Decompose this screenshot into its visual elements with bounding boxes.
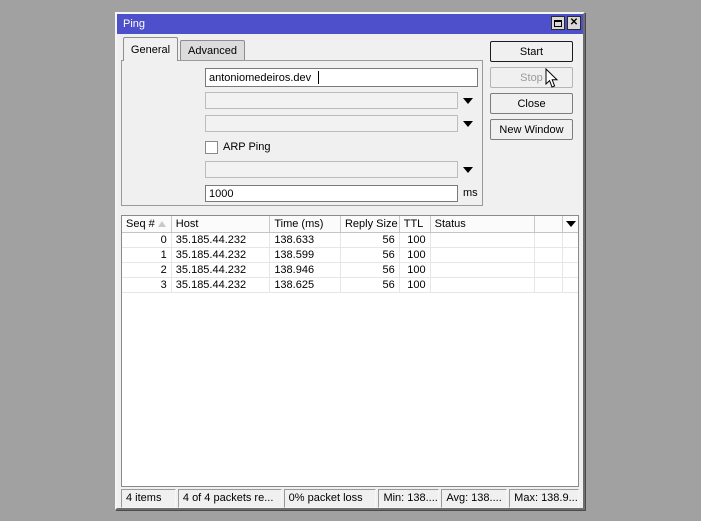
table-cell bbox=[535, 278, 563, 292]
table-cell: 3 bbox=[122, 278, 172, 292]
table-cell: 100 bbox=[400, 278, 431, 292]
new-window-button[interactable]: New Window bbox=[490, 119, 573, 140]
start-button-label: Start bbox=[520, 46, 543, 58]
column-header-ttl[interactable]: TTL bbox=[400, 216, 431, 232]
ping-results-body: 035.185.44.232138.63356100135.185.44.232… bbox=[122, 233, 578, 293]
table-cell bbox=[431, 233, 536, 247]
maximize-button[interactable] bbox=[551, 16, 565, 30]
tab-advanced[interactable]: Advanced bbox=[180, 40, 245, 61]
ping-results-table: Seq # Host Time (ms) Reply Size TTL Stat… bbox=[121, 215, 579, 487]
table-cell: 56 bbox=[341, 263, 400, 277]
arp-ping-label: ARP Ping bbox=[223, 141, 271, 154]
status-max-time: Max: 138.9... bbox=[509, 489, 579, 508]
status-items-count: 4 items bbox=[121, 489, 176, 508]
table-cell: 138.625 bbox=[270, 278, 341, 292]
desktop: { "window": { "title": "Ping" }, "tabs":… bbox=[0, 0, 701, 521]
table-cell: 35.185.44.232 bbox=[172, 248, 271, 262]
table-cell: 100 bbox=[400, 263, 431, 277]
status-avg-time: Avg: 138.... bbox=[441, 489, 507, 508]
close-button[interactable]: ✕ bbox=[567, 16, 581, 30]
column-header-seq[interactable]: Seq # bbox=[122, 216, 172, 232]
table-cell: 35.185.44.232 bbox=[172, 233, 271, 247]
arp-ping-checkbox[interactable] bbox=[205, 141, 218, 154]
window-title: Ping bbox=[123, 18, 145, 30]
table-cell bbox=[563, 263, 578, 277]
tab-general[interactable]: General bbox=[123, 37, 178, 61]
tab-general-label: General bbox=[131, 44, 170, 56]
close-icon: ✕ bbox=[570, 18, 578, 28]
close-window-button[interactable]: Close bbox=[490, 93, 573, 114]
status-bar: 4 items 4 of 4 packets re... 0% packet l… bbox=[121, 489, 579, 508]
ping-to-value: antoniomedeiros.dev bbox=[209, 72, 311, 84]
column-header-filler bbox=[535, 216, 563, 232]
interface-dropdown-icon[interactable] bbox=[463, 121, 473, 127]
stop-button-label: Stop bbox=[520, 72, 543, 84]
table-cell: 35.185.44.232 bbox=[172, 278, 271, 292]
packet-count-dropdown-icon[interactable] bbox=[463, 167, 473, 173]
table-cell: 100 bbox=[400, 248, 431, 262]
table-cell: 0 bbox=[122, 233, 172, 247]
interface-input[interactable] bbox=[205, 115, 458, 132]
start-button[interactable]: Start bbox=[490, 41, 573, 62]
column-header-status[interactable]: Status bbox=[431, 216, 536, 232]
column-header-reply-size[interactable]: Reply Size bbox=[341, 216, 400, 232]
interval-input[interactable]: 1000 bbox=[205, 185, 458, 202]
table-cell bbox=[535, 263, 563, 277]
column-selector-button[interactable] bbox=[563, 216, 578, 232]
tab-advanced-label: Advanced bbox=[188, 45, 237, 57]
table-cell bbox=[563, 248, 578, 262]
new-window-button-label: New Window bbox=[499, 124, 563, 136]
packet-count-input[interactable] bbox=[205, 161, 458, 178]
table-cell bbox=[563, 278, 578, 292]
table-cell bbox=[431, 278, 536, 292]
stop-button[interactable]: Stop bbox=[490, 67, 573, 88]
vrf-input[interactable] bbox=[205, 92, 458, 109]
table-cell: 56 bbox=[341, 233, 400, 247]
interval-value: 1000 bbox=[209, 188, 233, 200]
mouse-cursor-icon bbox=[545, 68, 559, 89]
column-header-time[interactable]: Time (ms) bbox=[270, 216, 341, 232]
table-cell bbox=[431, 263, 536, 277]
table-row[interactable]: 235.185.44.232138.94656100 bbox=[122, 263, 578, 278]
status-min-time: Min: 138.... bbox=[378, 489, 439, 508]
vrf-dropdown-icon[interactable] bbox=[463, 98, 473, 104]
titlebar[interactable]: Ping ✕ bbox=[117, 14, 583, 34]
ping-to-input[interactable]: antoniomedeiros.dev bbox=[205, 68, 478, 87]
table-cell: 1 bbox=[122, 248, 172, 262]
table-header: Seq # Host Time (ms) Reply Size TTL Stat… bbox=[122, 216, 578, 233]
close-window-button-label: Close bbox=[517, 98, 545, 110]
status-packets-received: 4 of 4 packets re... bbox=[178, 489, 282, 508]
table-cell bbox=[431, 248, 536, 262]
table-cell: 138.946 bbox=[270, 263, 341, 277]
table-cell bbox=[535, 233, 563, 247]
status-packet-loss: 0% packet loss bbox=[284, 489, 377, 508]
maximize-icon bbox=[554, 20, 562, 27]
column-selector-icon bbox=[566, 221, 576, 227]
table-cell: 35.185.44.232 bbox=[172, 263, 271, 277]
table-cell: 2 bbox=[122, 263, 172, 277]
interval-unit-label: ms bbox=[463, 185, 478, 202]
table-cell: 56 bbox=[341, 248, 400, 262]
table-cell: 138.599 bbox=[270, 248, 341, 262]
table-cell: 138.633 bbox=[270, 233, 341, 247]
table-cell: 56 bbox=[341, 278, 400, 292]
text-caret bbox=[318, 71, 319, 84]
column-header-host[interactable]: Host bbox=[172, 216, 271, 232]
table-row[interactable]: 035.185.44.232138.63356100 bbox=[122, 233, 578, 248]
table-cell bbox=[535, 248, 563, 262]
sort-ascending-icon bbox=[158, 221, 166, 227]
table-cell bbox=[563, 233, 578, 247]
ping-window: Ping ✕ General Advanced Ping To: antonio… bbox=[115, 12, 585, 510]
table-cell: 100 bbox=[400, 233, 431, 247]
table-row[interactable]: 135.185.44.232138.59956100 bbox=[122, 248, 578, 263]
table-row[interactable]: 335.185.44.232138.62556100 bbox=[122, 278, 578, 293]
